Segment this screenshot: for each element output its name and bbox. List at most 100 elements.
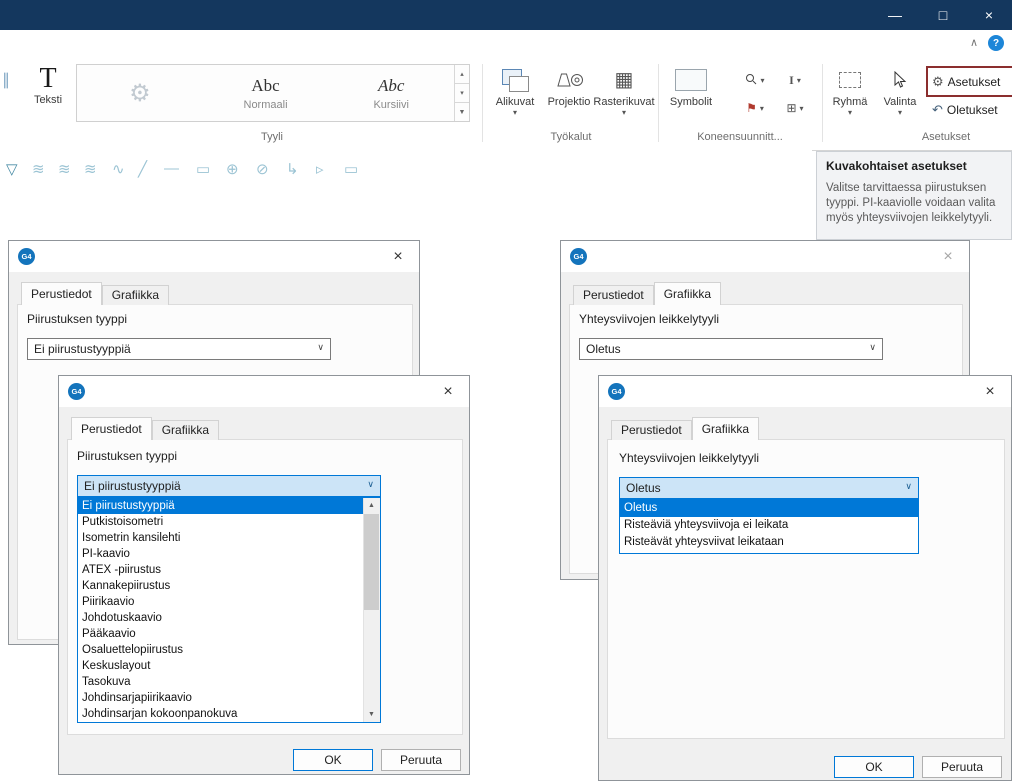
tab-perustiedot[interactable]: Perustiedot	[573, 285, 654, 305]
dialog-close-button[interactable]: ×	[935, 246, 961, 268]
projektio-button[interactable]: Projektio	[546, 64, 592, 108]
dropdown-scrollbar[interactable]: ▲ ▼	[363, 498, 380, 722]
gallery-scroll-up-button[interactable]: ▴	[455, 65, 469, 84]
style-item-normal[interactable]: Abc Normaali	[203, 65, 329, 121]
valinta-button[interactable]: Valinta ▾	[876, 64, 924, 117]
group-selection-icon	[839, 72, 861, 88]
tab-grafiikka[interactable]: Grafiikka	[654, 282, 721, 305]
text-cursor-button[interactable]: I ▾	[776, 68, 814, 92]
drawing-type-dialog-front: G4 × Perustiedot Grafiikka Piirustuksen …	[58, 375, 470, 775]
dropdown-option[interactable]: Piirikaavio	[78, 594, 380, 610]
drawing-type-combobox[interactable]: Ei piirustustyyppiä ∨	[77, 475, 381, 497]
style-item-hatch[interactable]: ⚙	[77, 65, 203, 121]
cursor-icon	[893, 64, 907, 96]
dialog-close-button[interactable]: ×	[385, 246, 411, 268]
symbolit-button[interactable]: Symbolit	[662, 64, 720, 108]
triangle-icon[interactable]: ▹	[316, 160, 324, 178]
dropdown-option[interactable]: Isometrin kansilehti	[78, 530, 380, 546]
zoom-edit-button[interactable]: ▾	[736, 68, 774, 92]
scrollbar-down-button[interactable]: ▼	[364, 707, 379, 722]
valinta-label: Valinta	[884, 96, 917, 108]
tab-grafiikka[interactable]: Grafiikka	[102, 285, 169, 305]
drawing-type-dropdown-list[interactable]: ▲ ▼ Ei piirustustyyppiäPutkistoisometriI…	[77, 497, 381, 723]
settings-tooltip: Kuvakohtaiset asetukset Valitse tarvitta…	[816, 151, 1012, 240]
title-bar: — □ ×	[0, 0, 1012, 30]
dropdown-option[interactable]: Oletus	[620, 500, 918, 517]
ok-button[interactable]: OK	[834, 756, 914, 778]
funnel-icon[interactable]: ▽	[6, 160, 18, 178]
scrollbar-up-button[interactable]: ▲	[364, 498, 379, 513]
hatch-icon-c[interactable]: ≋	[84, 160, 97, 178]
dropdown-option[interactable]: Ei piirustustyyppiä	[78, 498, 380, 514]
line-cut-style-label: Yhteysviivojen leikkelytyyli	[579, 312, 719, 326]
drawing-type-label: Piirustuksen tyyppi	[77, 449, 177, 463]
corner-arrow-icon[interactable]: ↳	[286, 160, 299, 178]
dropdown-arrow-icon: ▾	[622, 109, 626, 117]
dropdown-option[interactable]: Pääkaavio	[78, 626, 380, 642]
slash-icon[interactable]: ╱	[138, 160, 147, 178]
cancel-button[interactable]: Peruuta	[922, 756, 1002, 778]
dash-icon[interactable]: —	[164, 160, 179, 177]
tab-perustiedot[interactable]: Perustiedot	[71, 417, 152, 440]
dropdown-option[interactable]: Johdinsarjan kokoonpanokuva	[78, 706, 380, 722]
scroll-down-icon: ▼	[368, 711, 375, 718]
cancel-button[interactable]: Peruuta	[381, 749, 461, 771]
flag-button[interactable]: ⚑ ▾	[736, 96, 774, 120]
tab-grafiikka[interactable]: Grafiikka	[692, 417, 759, 440]
dialog-title-bar[interactable]: G4 ×	[59, 376, 469, 407]
rasterikuvat-button[interactable]: ▦ Rasterikuvat ▾	[592, 64, 656, 117]
hatch-icon-b[interactable]: ≋	[58, 160, 71, 178]
dialog-close-button[interactable]: ×	[435, 381, 461, 403]
tab-perustiedot[interactable]: Perustiedot	[21, 282, 102, 305]
alikuvat-button[interactable]: Alikuvat ▾	[486, 64, 544, 117]
ryhma-button[interactable]: Ryhmä ▾	[826, 64, 874, 117]
dialog-title-bar[interactable]: G4 ×	[599, 376, 1011, 407]
g4-logo: G4	[18, 248, 35, 265]
dropdown-option[interactable]: Johdotuskaavio	[78, 610, 380, 626]
g4-logo: G4	[608, 383, 625, 400]
dropdown-option[interactable]: ATEX -piirustus	[78, 562, 380, 578]
scrollbar-thumb[interactable]	[364, 514, 379, 610]
dialog-title-bar[interactable]: G4 ×	[561, 241, 969, 272]
teksti-button[interactable]: T Teksti	[24, 64, 72, 106]
help-button[interactable]: ?	[988, 35, 1004, 51]
wave-icon[interactable]: ∿	[112, 160, 125, 178]
clipped-toolbar-icons: ∥	[2, 70, 8, 90]
plus-icon[interactable]: ⊕	[226, 160, 239, 178]
grid-button[interactable]: ⊞ ▾	[776, 96, 814, 120]
asetukset-button[interactable]: ⚙ Asetukset	[926, 66, 1012, 97]
tab-perustiedot[interactable]: Perustiedot	[611, 420, 692, 440]
help-icon: ?	[993, 38, 999, 49]
ok-button[interactable]: OK	[293, 749, 373, 771]
close-button[interactable]: ×	[966, 0, 1012, 30]
drawing-type-combobox[interactable]: Ei piirustustyyppiä ∨	[27, 338, 331, 360]
collapse-ribbon-button[interactable]: ∧	[970, 36, 978, 49]
line-cut-style-dropdown-list[interactable]: OletusRisteäviä yhteysviivoja ei leikata…	[619, 499, 919, 554]
dropdown-option[interactable]: Tasokuva	[78, 674, 380, 690]
zoom-region-icon[interactable]: ▭	[196, 160, 210, 178]
line-cut-style-combobox[interactable]: Oletus ∨	[619, 477, 919, 499]
dropdown-option[interactable]: Johdinsarjapiirikaavio	[78, 690, 380, 706]
dropdown-option[interactable]: Keskuslayout	[78, 658, 380, 674]
zoom-rect-icon[interactable]: ▭	[344, 160, 358, 178]
minimize-button[interactable]: —	[872, 0, 918, 30]
hatch-icon-a[interactable]: ≋	[32, 160, 45, 178]
projektio-label: Projektio	[548, 96, 591, 108]
dialog-title-bar[interactable]: G4 ×	[9, 241, 419, 272]
dialog-close-button[interactable]: ×	[977, 381, 1003, 403]
gallery-more-button[interactable]: ▼	[455, 103, 469, 121]
style-item-italic[interactable]: Abc Kursiivi	[328, 65, 454, 121]
dropdown-option[interactable]: Putkistoisometri	[78, 514, 380, 530]
minimize-icon: —	[888, 7, 902, 23]
no-entry-icon[interactable]: ⊘	[256, 160, 269, 178]
dropdown-option[interactable]: Kannakepiirustus	[78, 578, 380, 594]
dropdown-option[interactable]: PI-kaavio	[78, 546, 380, 562]
oletukset-button[interactable]: ↶ Oletukset	[928, 99, 1012, 121]
dropdown-option[interactable]: Risteävät yhteysviivat leikataan	[620, 534, 918, 551]
dropdown-option[interactable]: Risteäviä yhteysviivoja ei leikata	[620, 517, 918, 534]
dropdown-option[interactable]: Osaluettelopiirustus	[78, 642, 380, 658]
gallery-scroll-down-button[interactable]: ▾	[455, 84, 469, 103]
maximize-button[interactable]: □	[920, 0, 966, 30]
tab-grafiikka[interactable]: Grafiikka	[152, 420, 219, 440]
line-cut-style-combobox[interactable]: Oletus ∨	[579, 338, 883, 360]
